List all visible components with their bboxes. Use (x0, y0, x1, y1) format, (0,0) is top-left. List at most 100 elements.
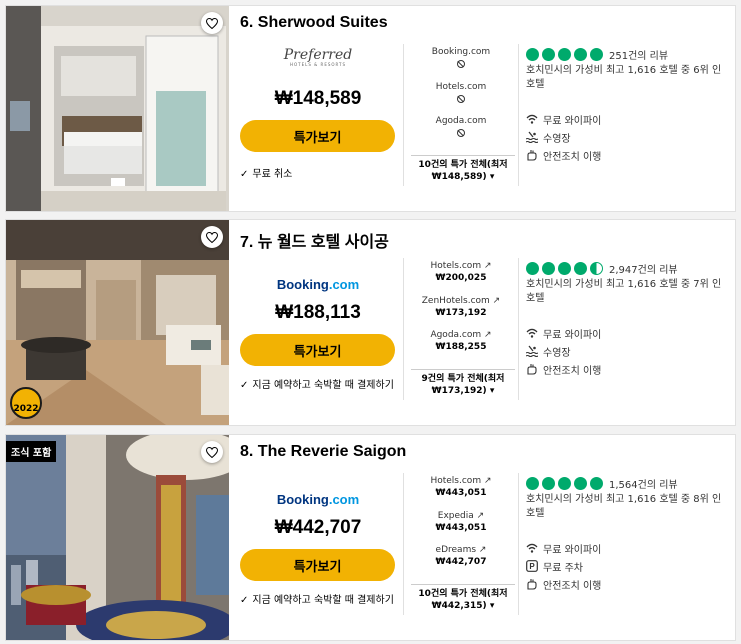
offer-item[interactable]: Hotels.com ↗ ₩443,051 (411, 475, 511, 510)
offer-item[interactable]: Hotels.com ↗ ₩200,025 (411, 260, 511, 295)
wifi-icon (526, 327, 538, 339)
rating-bubble-icon (558, 262, 571, 275)
all-deals-dropdown[interactable]: 10건의 특가 전체(최저 ₩148,589) ▾ (411, 155, 515, 183)
amenity-item: 안전조치 이행 (526, 575, 726, 593)
offer-item[interactable]: eDreams ↗ ₩442,707 (411, 544, 511, 579)
hotel-title[interactable]: 6. Sherwood Suites (240, 14, 388, 32)
amenity-item: 안전조치 이행 (526, 360, 726, 378)
save-heart-icon[interactable] (201, 12, 223, 34)
amenity-label: 수영장 (543, 347, 571, 359)
all-deals-line2: ₩442,315) (431, 601, 487, 611)
offer-item[interactable]: ZenHotels.com ↗ ₩173,192 (411, 295, 511, 330)
review-count[interactable]: 2,947건의 리뷰 (609, 261, 678, 276)
amenity-label: 안전조치 이행 (543, 580, 602, 592)
breakfast-included-badge: 조식 포함 (6, 441, 57, 462)
rating-row[interactable]: 251건의 리뷰 (526, 47, 668, 62)
divider (403, 44, 404, 186)
rating-bubble-icon (574, 262, 587, 275)
rating-bubble-icon (542, 262, 555, 275)
preferred-logo-sub: HOTELS & RESORTS (289, 62, 347, 67)
no-price-icon (457, 129, 465, 137)
view-deal-button[interactable]: 특가보기 (240, 334, 395, 366)
amenity-item: P 무료 주차 (526, 557, 726, 575)
rating-bubble-icon (542, 48, 555, 61)
divider (518, 473, 519, 615)
amenity-list: 무료 와이파이 수영장 안전조치 이행 (526, 110, 726, 164)
note-text: 지금 예약하고 숙박할 때 결제하기 (252, 595, 394, 606)
amenity-label: 수영장 (543, 133, 571, 145)
amenity-item: 무료 와이파이 (526, 110, 726, 128)
hotel-photo[interactable]: 조식 포함 (6, 435, 229, 640)
wifi-icon (526, 542, 538, 554)
pool-icon (526, 131, 538, 143)
save-heart-icon[interactable] (201, 226, 223, 248)
view-deal-button[interactable]: 특가보기 (240, 120, 395, 152)
partner-logo[interactable]: Booking.com (240, 274, 396, 293)
review-count[interactable]: 1,564건의 리뷰 (609, 476, 678, 491)
external-link-icon: ↗ (478, 545, 487, 555)
divider (518, 44, 519, 186)
rating-row[interactable]: 1,564건의 리뷰 (526, 476, 678, 491)
save-heart-icon[interactable] (201, 441, 223, 463)
divider (518, 258, 519, 400)
offer-price: ₩443,051 (435, 488, 487, 498)
hand-sanitizer-icon (526, 578, 538, 590)
offer-provider: ZenHotels.com (421, 295, 490, 306)
offer-item[interactable]: Booking.com (411, 46, 511, 81)
all-deals-line1: 9건의 특가 전체(최저 (421, 374, 505, 384)
offer-provider: Agoda.com (435, 116, 487, 126)
offer-price: ₩442,707 (435, 557, 487, 567)
check-icon: ✓ (240, 169, 249, 180)
travelers-choice-award-icon: 2022 (10, 387, 42, 419)
partner-logo[interactable]: Booking.com (240, 489, 396, 508)
pay-later-note: ✓ 지금 예약하고 숙박할 때 결제하기 (240, 595, 400, 607)
amenity-list: 무료 와이파이 P 무료 주차 안전조치 이행 (526, 539, 726, 593)
free-cancel-note: ✓ 무료 취소 (240, 169, 400, 181)
external-link-icon: ↗ (476, 510, 485, 521)
pay-later-note: ✓ 지금 예약하고 숙박할 때 결제하기 (240, 380, 400, 392)
external-link-icon: ↗ (484, 330, 492, 340)
rating-row[interactable]: 2,947건의 리뷰 (526, 261, 678, 276)
offer-price: ₩443,051 (435, 522, 487, 533)
external-link-icon: ↗ (483, 476, 492, 486)
all-deals-dropdown[interactable]: 10건의 특가 전체(최저 ₩442,315) ▾ (411, 584, 515, 612)
booking-logo: Booking.com (276, 492, 360, 507)
rating-bubble-icon (590, 48, 603, 61)
review-count[interactable]: 251건의 리뷰 (609, 47, 668, 62)
hotel-title[interactable]: 7. 뉴 월드 호텔 사이공 (240, 228, 389, 252)
wifi-icon (526, 113, 538, 125)
hotel-card: 6. Sherwood Suites Preferred HOTELS & RE… (5, 5, 736, 212)
amenity-label: 무료 와이파이 (543, 115, 602, 127)
all-deals-dropdown[interactable]: 9건의 특가 전체(최저 ₩173,192) ▾ (411, 369, 515, 397)
offer-list: Booking.com Hotels.com Agoda.com (411, 46, 511, 150)
amenity-item: 수영장 (526, 342, 726, 360)
hotel-photo[interactable]: 2022 (6, 220, 229, 425)
partner-logo[interactable]: Preferred HOTELS & RESORTS (240, 48, 396, 67)
offer-provider: Hotels.com (430, 261, 482, 271)
amenity-label: 안전조치 이행 (543, 365, 602, 377)
caret-down-icon: ▾ (489, 172, 495, 182)
offer-provider: Hotels.com (430, 476, 482, 486)
amenity-list: 무료 와이파이 수영장 안전조치 이행 (526, 324, 726, 378)
rating-bubble-icon (542, 477, 555, 490)
amenity-item: 무료 와이파이 (526, 539, 726, 557)
preferred-logo: Preferred (283, 47, 353, 63)
offer-provider: Hotels.com (435, 81, 487, 92)
offer-item[interactable]: Agoda.com ↗ ₩188,255 (411, 329, 511, 364)
check-icon: ✓ (240, 595, 249, 606)
hotel-title[interactable]: 8. The Reverie Saigon (240, 443, 406, 461)
view-deal-button[interactable]: 특가보기 (240, 549, 395, 581)
external-link-icon: ↗ (483, 261, 492, 271)
hand-sanitizer-icon (526, 149, 538, 161)
rating-bubble-icon (574, 48, 587, 61)
all-deals-line1: 10건의 특가 전체(최저 (418, 589, 508, 599)
offer-item[interactable]: Expedia ↗ ₩443,051 (411, 510, 511, 545)
amenity-label: 무료 와이파이 (543, 544, 602, 556)
hotel-photo[interactable] (6, 6, 229, 211)
offer-item[interactable]: Agoda.com (411, 115, 511, 150)
offer-item[interactable]: Hotels.com (411, 81, 511, 116)
amenity-label: 안전조치 이행 (543, 151, 602, 163)
note-text: 지금 예약하고 숙박할 때 결제하기 (252, 380, 394, 391)
offer-provider: Booking.com (431, 47, 491, 57)
all-deals-line2: ₩148,589) (431, 172, 487, 182)
